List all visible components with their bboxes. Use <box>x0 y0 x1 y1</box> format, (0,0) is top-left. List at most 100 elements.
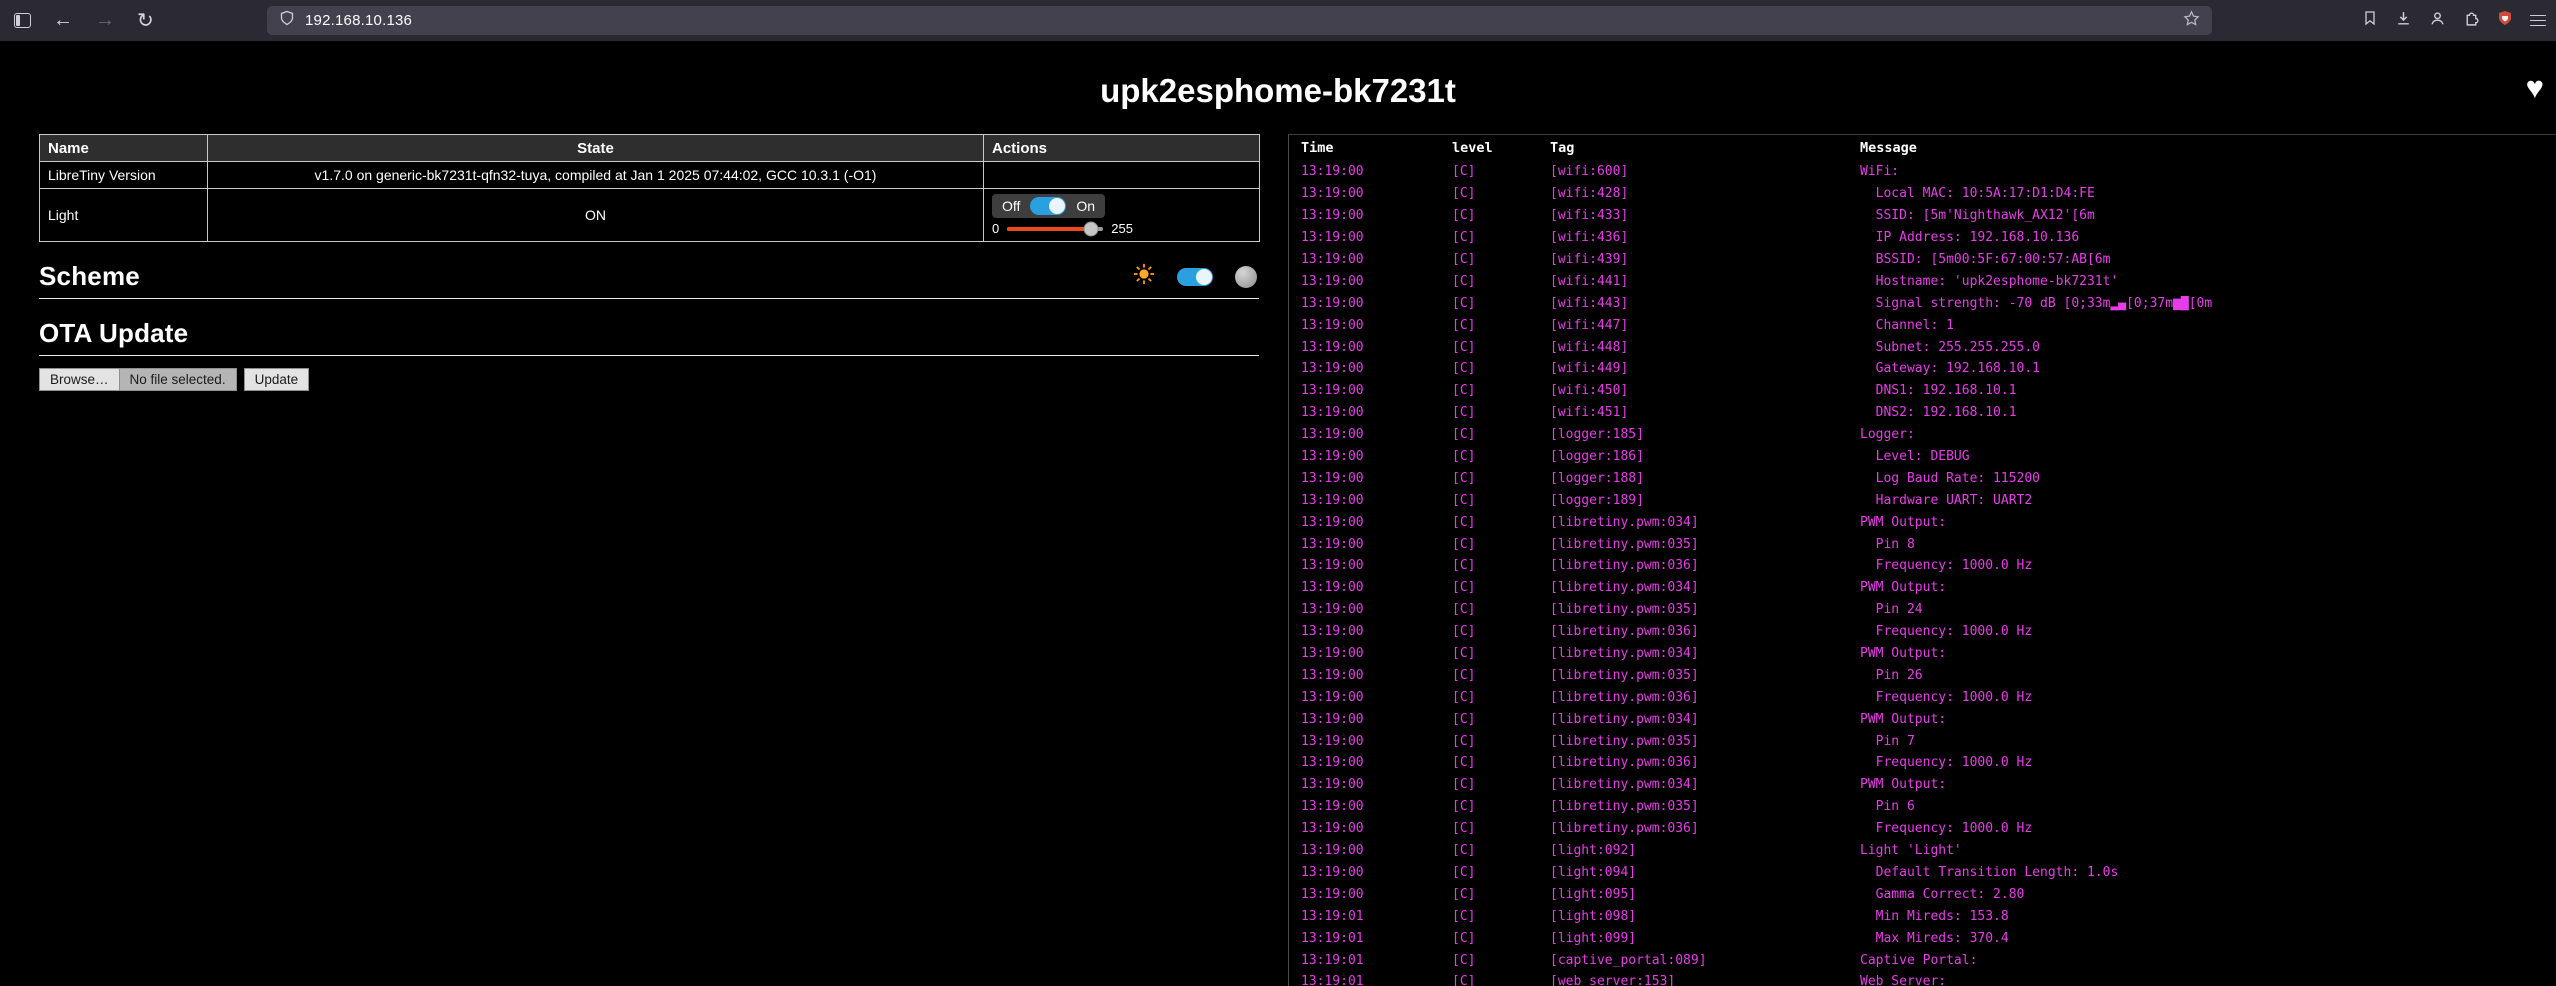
log-panel[interactable]: Time level Tag Message 13:19:00[C][wifi:… <box>1288 134 2556 986</box>
log-tag: [wifi:448] <box>1550 340 1860 355</box>
log-level: [C] <box>1452 558 1550 573</box>
log-tag: [libretiny.pwm:036] <box>1550 558 1860 573</box>
brightness-slider-handle[interactable] <box>1083 221 1098 236</box>
log-level: [C] <box>1452 318 1550 333</box>
account-icon[interactable] <box>2429 10 2446 32</box>
log-row: 13:19:00[C][libretiny.pwm:036] Frequency… <box>1289 818 2556 840</box>
log-row: 13:19:00[C][wifi:439] BSSID: [5m00:5F:67… <box>1289 249 2556 271</box>
log-level: [C] <box>1452 274 1550 289</box>
log-time: 13:19:01 <box>1301 974 1452 986</box>
heart-icon[interactable]: ♥ <box>2526 72 2544 103</box>
scheme-controls <box>1133 263 1259 292</box>
log-row: 13:19:00[C][wifi:447] Channel: 1 <box>1289 314 2556 336</box>
forward-icon[interactable]: → <box>95 9 115 32</box>
log-message: WiFi: <box>1860 164 2556 179</box>
slider-min-label: 0 <box>992 221 999 236</box>
scheme-section-header: Scheme <box>39 261 1259 299</box>
log-message: DNS1: 192.168.10.1 <box>1860 383 2556 398</box>
log-row: 13:19:01[C][light:099] Max Mireds: 370.4 <box>1289 927 2556 949</box>
menu-icon[interactable] <box>2530 15 2546 27</box>
log-tag: [wifi:451] <box>1550 405 1860 420</box>
bookmark-star-icon[interactable] <box>2183 10 2200 32</box>
log-level: [C] <box>1452 777 1550 792</box>
log-level: [C] <box>1452 909 1550 924</box>
downloads-icon[interactable] <box>2395 10 2412 32</box>
log-level: [C] <box>1452 340 1550 355</box>
log-level: [C] <box>1452 712 1550 727</box>
bookmark-ribbon-icon[interactable] <box>2362 10 2378 31</box>
reload-icon[interactable]: ↻ <box>137 8 154 33</box>
log-message: Hardware UART: UART2 <box>1860 493 2556 508</box>
log-level: [C] <box>1452 580 1550 595</box>
log-tag: [libretiny.pwm:034] <box>1550 580 1860 595</box>
brightness-slider[interactable] <box>1007 227 1103 231</box>
log-message: Pin 8 <box>1860 537 2556 552</box>
log-tag: [light:094] <box>1550 865 1860 880</box>
log-tag: [light:095] <box>1550 887 1860 902</box>
log-tag: [libretiny.pwm:034] <box>1550 646 1860 661</box>
log-message: Max Mireds: 370.4 <box>1860 931 2556 946</box>
url-text[interactable]: 192.168.10.136 <box>305 12 2173 29</box>
extensions-icon[interactable] <box>2463 10 2480 32</box>
log-message: BSSID: [5m00:5F:67:00:57:AB[6m <box>1860 252 2556 267</box>
log-level: [C] <box>1452 843 1550 858</box>
log-row: 13:19:00[C][libretiny.pwm:035] Pin 24 <box>1289 599 2556 621</box>
version-actions <box>984 162 1260 189</box>
log-time: 13:19:00 <box>1301 865 1452 880</box>
log-tag: [libretiny.pwm:035] <box>1550 602 1860 617</box>
update-button[interactable]: Update <box>244 368 310 391</box>
log-message: DNS2: 192.168.10.1 <box>1860 405 2556 420</box>
log-time: 13:19:00 <box>1301 318 1452 333</box>
url-bar[interactable]: 192.168.10.136 <box>267 6 2212 35</box>
log-level: [C] <box>1452 799 1550 814</box>
log-row: 13:19:00[C][libretiny.pwm:035] Pin 8 <box>1289 533 2556 555</box>
log-tag: [wifi:441] <box>1550 274 1860 289</box>
log-header-row: Time level Tag Message <box>1289 135 2556 161</box>
back-icon[interactable]: ← <box>53 9 73 32</box>
scheme-toggle[interactable] <box>1177 268 1213 286</box>
log-row: 13:19:00[C][libretiny.pwm:036] Frequency… <box>1289 686 2556 708</box>
log-message: Subnet: 255.255.255.0 <box>1860 340 2556 355</box>
log-time: 13:19:00 <box>1301 537 1452 552</box>
table-row-libretiny-version: LibreTiny Version v1.7.0 on generic-bk72… <box>40 162 1260 189</box>
log-level: [C] <box>1452 755 1550 770</box>
light-actions: Off On 0 255 <box>984 189 1260 242</box>
log-time: 13:19:00 <box>1301 340 1452 355</box>
log-tag: [wifi:443] <box>1550 296 1860 311</box>
log-row: 13:19:00[C][logger:188] Log Baud Rate: 1… <box>1289 467 2556 489</box>
firmware-file-input[interactable]: Browse… No file selected. <box>39 368 237 391</box>
log-tag: [wifi:449] <box>1550 361 1860 376</box>
firefox-view-icon[interactable] <box>14 13 31 28</box>
browse-button[interactable]: Browse… <box>40 369 120 390</box>
log-time: 13:19:00 <box>1301 405 1452 420</box>
version-state: v1.7.0 on generic-bk7231t-qfn32-tuya, co… <box>208 162 984 189</box>
log-tag: [wifi:428] <box>1550 186 1860 201</box>
log-message: SSID: [5m'Nighthawk_AX12'[6m <box>1860 208 2556 223</box>
log-row: 13:19:00[C][wifi:428] Local MAC: 10:5A:1… <box>1289 183 2556 205</box>
light-toggle[interactable] <box>1030 197 1066 215</box>
log-time: 13:19:00 <box>1301 602 1452 617</box>
log-time: 13:19:00 <box>1301 668 1452 683</box>
log-row: 13:19:01[C][web_server:153]Web Server: <box>1289 971 2556 986</box>
log-level: [C] <box>1452 361 1550 376</box>
ota-upload-row: Browse… No file selected. Update <box>39 368 1259 391</box>
log-level: [C] <box>1452 734 1550 749</box>
log-message: PWM Output: <box>1860 712 2556 727</box>
log-message: Frequency: 1000.0 Hz <box>1860 821 2556 836</box>
log-message: Logger: <box>1860 427 2556 442</box>
log-level: [C] <box>1452 887 1550 902</box>
log-time: 13:19:00 <box>1301 755 1452 770</box>
slider-max-label: 255 <box>1111 221 1133 236</box>
adblock-icon[interactable] <box>2497 10 2513 31</box>
log-row: 13:19:00[C][wifi:448] Subnet: 255.255.25… <box>1289 336 2556 358</box>
header-actions: Actions <box>984 135 1260 162</box>
log-time: 13:19:01 <box>1301 953 1452 968</box>
log-tag: [libretiny.pwm:035] <box>1550 668 1860 683</box>
log-header-message: Message <box>1860 140 2556 156</box>
shield-icon[interactable] <box>279 10 295 31</box>
log-time: 13:19:00 <box>1301 646 1452 661</box>
log-tag: [wifi:450] <box>1550 383 1860 398</box>
log-time: 13:19:00 <box>1301 296 1452 311</box>
log-row: 13:19:00[C][wifi:433] SSID: [5m'Nighthaw… <box>1289 205 2556 227</box>
log-message: Min Mireds: 153.8 <box>1860 909 2556 924</box>
